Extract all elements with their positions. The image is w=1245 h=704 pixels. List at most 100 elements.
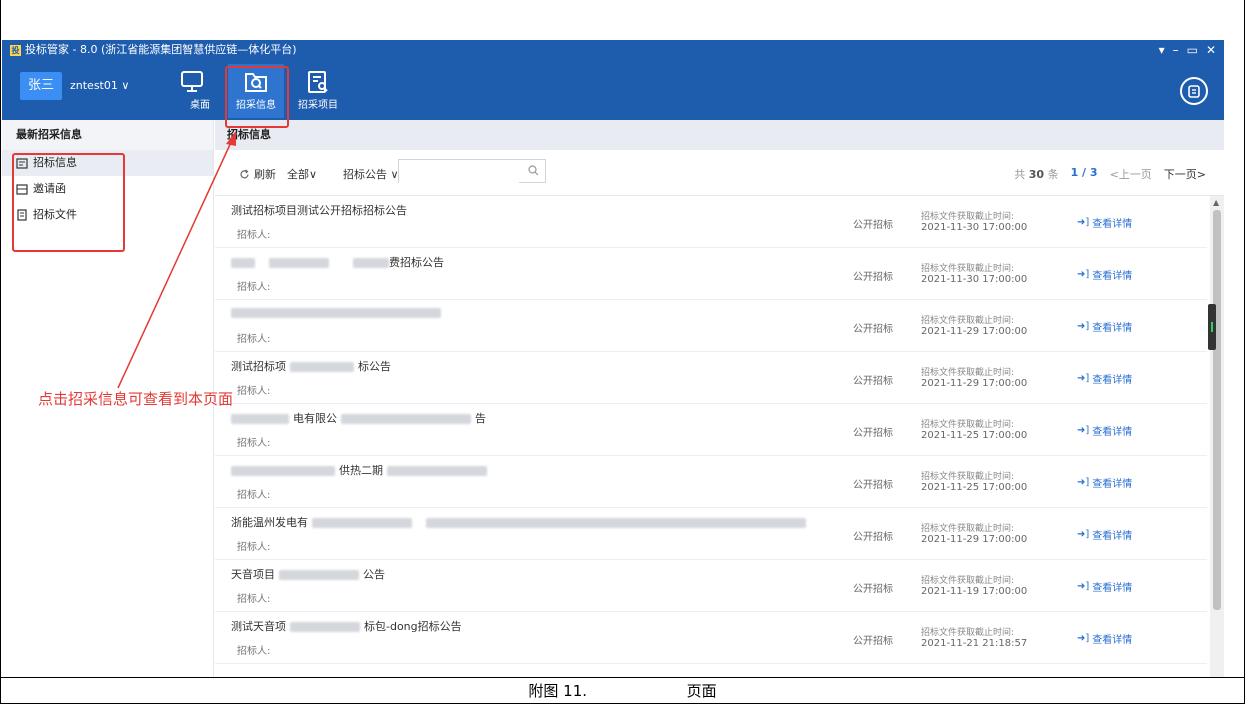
redaction	[269, 258, 329, 268]
close-icon[interactable]: ✕	[1206, 40, 1216, 60]
view-detail-link[interactable]: ➜] 查看详情	[1077, 215, 1132, 230]
bid-mode: 公开招标	[853, 428, 893, 439]
bid-title[interactable]: 电有限公告	[231, 410, 486, 426]
list-item[interactable]: 招标人: 公开招标 招标文件获取截止时间: 2021-11-29 17:00:0…	[215, 300, 1207, 352]
main-header: 招标信息	[215, 120, 1224, 150]
enter-icon: ➜]	[1077, 581, 1090, 592]
desktop-button[interactable]: 桌面	[172, 64, 212, 118]
caption-figure-number: 附图 11.	[528, 682, 588, 700]
redaction	[279, 570, 359, 580]
bid-title[interactable]: 测试招标项 标公告	[231, 358, 391, 374]
document-search-icon	[308, 71, 328, 93]
bid-title[interactable]: 费招标公告	[231, 254, 444, 270]
user-avatar[interactable]: 张三	[20, 72, 62, 100]
list-item[interactable]: 费招标公告 招标人: 公开招标 招标文件获取截止时间: 2021-11-30 1…	[215, 248, 1207, 300]
procurement-project-button[interactable]: 招采项目	[290, 64, 346, 118]
view-detail-link[interactable]: ➜] 查看详情	[1077, 475, 1132, 490]
bidder-label: 招标人:	[237, 386, 271, 397]
bid-title[interactable]: 测试天音项 标包-dong招标公告	[231, 618, 462, 634]
bidder-label: 招标人:	[237, 542, 271, 553]
bidder-label: 招标人:	[237, 230, 271, 241]
bid-mode: 公开招标	[853, 636, 893, 647]
type-filter-select[interactable]: 招标公告 ∨	[343, 166, 399, 182]
status-filter-select[interactable]: 全部∨	[287, 166, 317, 182]
view-detail-link[interactable]: ➜] 查看详情	[1077, 527, 1132, 542]
search-input[interactable]	[399, 161, 519, 183]
list-item[interactable]: 供热二期 招标人: 公开招标 招标文件获取截止时间: 2021-11-25 17…	[215, 456, 1207, 508]
annotation-text: 点击招采信息可查看到本页面	[38, 390, 234, 408]
menu-dropdown-icon[interactable]: ▾	[1159, 40, 1165, 60]
deadline-time: 2021-11-29 17:00:00	[921, 534, 1028, 545]
bidder-label: 招标人:	[237, 438, 271, 449]
redaction	[290, 362, 354, 372]
search-box	[398, 159, 546, 183]
redaction	[353, 258, 389, 268]
deadline-label: 招标文件获取截止时间:	[921, 472, 1015, 482]
main-toolbar: 张三 zntest01 ∨ 桌面 招采信息 招采项目	[2, 60, 1224, 120]
total-count: 共 30 条	[1014, 168, 1059, 181]
list-item[interactable]: 测试天音项 标包-dong招标公告 招标人: 公开招标 招标文件获取截止时间: 2…	[215, 612, 1207, 664]
list-item[interactable]: 测试招标项目测试公开招标招标公告 招标人: 公开招标 招标文件获取截止时间: 2…	[215, 196, 1207, 248]
bid-mode: 公开招标	[853, 376, 893, 387]
list-item[interactable]: 测试招标项 标公告 招标人: 公开招标 招标文件获取截止时间: 2021-11-2…	[215, 352, 1207, 404]
deadline-time: 2021-11-29 17:00:00	[921, 326, 1028, 337]
search-icon[interactable]	[528, 165, 539, 176]
main-panel: 招标信息 刷新 全部∨ 招标公告 ∨ 共 30 条 1 / 3 <上一页 下一页…	[215, 120, 1224, 677]
scroll-up-icon[interactable]: ▲	[1213, 198, 1219, 207]
bid-title[interactable]: 天音项目 公告	[231, 566, 385, 582]
pagination: 共 30 条 1 / 3 <上一页 下一页>	[1014, 166, 1206, 182]
user-menu[interactable]: zntest01 ∨	[70, 72, 129, 100]
bid-mode: 公开招标	[853, 480, 893, 491]
view-detail-link[interactable]: ➜] 查看详情	[1077, 631, 1132, 646]
maximize-icon[interactable]: ▭	[1187, 40, 1198, 60]
sidebar-title: 最新招采信息	[2, 120, 213, 150]
next-page-button[interactable]: 下一页>	[1164, 166, 1206, 182]
bid-mode: 公开招标	[853, 584, 893, 595]
clipboard-button[interactable]	[1180, 77, 1208, 105]
filter-bar: 刷新 全部∨ 招标公告 ∨ 共 30 条 1 / 3 <上一页 下一页>	[215, 150, 1224, 196]
view-detail-link[interactable]: ➜] 查看详情	[1077, 267, 1132, 282]
list-item[interactable]: 浙能温州发电有 招标人: 公开招标 招标文件获取截止时间: 2021-11-29…	[215, 508, 1207, 560]
enter-icon: ➜]	[1077, 529, 1090, 540]
refresh-label: 刷新	[254, 168, 276, 181]
app-window: 投 投标管家 - 8.0 (浙江省能源集团智慧供应链—体化平台) ▾ – ▭ ✕…	[2, 40, 1224, 677]
deadline-label: 招标文件获取截止时间:	[921, 628, 1015, 638]
view-detail-link[interactable]: ➜] 查看详情	[1077, 579, 1132, 594]
bid-mode: 公开招标	[853, 220, 893, 231]
procurement-project-label: 招采项目	[298, 100, 338, 111]
bid-title[interactable]: 供热二期	[231, 462, 487, 478]
side-grip-handle[interactable]	[1208, 304, 1216, 350]
view-detail-link[interactable]: ➜] 查看详情	[1077, 319, 1132, 334]
window-controls: ▾ – ▭ ✕	[1159, 40, 1216, 60]
bid-title[interactable]: 浙能温州发电有	[231, 514, 806, 530]
bidder-label: 招标人:	[237, 334, 271, 345]
title-bar: 投 投标管家 - 8.0 (浙江省能源集团智慧供应链—体化平台) ▾ – ▭ ✕	[2, 40, 1224, 60]
deadline-label: 招标文件获取截止时间:	[921, 524, 1015, 534]
bidder-label: 招标人:	[237, 490, 271, 501]
bidder-label: 招标人:	[237, 646, 271, 657]
scroll-thumb[interactable]	[1213, 210, 1221, 610]
minimize-icon[interactable]: –	[1173, 40, 1179, 60]
user-badge-text: 张三	[27, 78, 54, 93]
prev-page-button[interactable]: <上一页	[1110, 166, 1152, 182]
desktop-label: 桌面	[190, 100, 210, 111]
redaction	[426, 518, 806, 528]
enter-icon: ➜]	[1077, 269, 1090, 280]
bid-title[interactable]: 测试招标项目测试公开招标招标公告	[231, 202, 407, 218]
list-item[interactable]: 天音项目 公告 招标人: 公开招标 招标文件获取截止时间: 2021-11-19 …	[215, 560, 1207, 612]
refresh-icon	[240, 169, 249, 178]
document-page: 投 投标管家 - 8.0 (浙江省能源集团智慧供应链—体化平台) ▾ – ▭ ✕…	[0, 0, 1245, 704]
enter-icon: ➜]	[1077, 633, 1090, 644]
list-item[interactable]: 电有限公告 招标人: 公开招标 招标文件获取截止时间: 2021-11-25 1…	[215, 404, 1207, 456]
view-detail-link[interactable]: ➜] 查看详情	[1077, 371, 1132, 386]
bid-title[interactable]	[231, 306, 441, 319]
enter-icon: ➜]	[1077, 425, 1090, 436]
monitor-icon	[181, 71, 203, 92]
deadline-time: 2021-11-19 17:00:00	[921, 586, 1028, 597]
view-detail-link[interactable]: ➜] 查看详情	[1077, 423, 1132, 438]
page-indicator: 1 / 3	[1070, 166, 1098, 179]
list-scrollbar[interactable]: ▲	[1210, 196, 1224, 677]
refresh-button[interactable]: 刷新	[239, 166, 276, 182]
figure-caption: 附图 11. 页面	[0, 677, 1245, 704]
bid-mode: 公开招标	[853, 324, 893, 335]
